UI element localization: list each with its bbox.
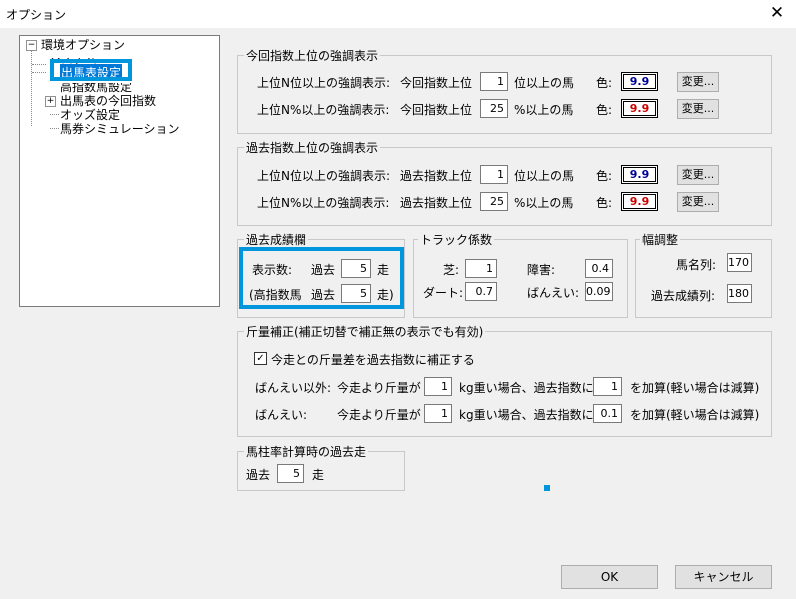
color-swatch: 9.9	[621, 192, 658, 211]
horse-name-col-input[interactable]: 170	[727, 253, 752, 272]
current-rank-label: 上位N位以上の強調表示:	[257, 76, 391, 90]
group-title: 過去指数上位の強調表示	[244, 139, 381, 156]
weight-text: を加算(軽い場合は減算)	[630, 408, 760, 422]
group-title: トラック係数	[418, 231, 495, 248]
group-title: 斤量補正(補正切替で補正無の表示でも有効)	[244, 323, 486, 340]
steeple-input[interactable]: 0.4	[585, 259, 613, 278]
change-color-button[interactable]: 変更...	[677, 165, 719, 185]
past-results-col-input[interactable]: 180	[727, 284, 752, 303]
color-label: 色:	[596, 103, 613, 117]
past-index-group: 過去指数上位の強調表示	[237, 139, 772, 226]
steeple-label: 障害:	[527, 263, 556, 277]
pillar-prefix: 過去	[246, 468, 271, 482]
color-label: 色:	[596, 196, 613, 210]
past-pct-prefix: 過去指数上位	[400, 196, 473, 210]
dirt-label: ダート:	[423, 286, 464, 300]
color-swatch: 9.9	[621, 99, 658, 118]
tree-item-betting-sim[interactable]: 馬券シミュレーション	[60, 120, 180, 137]
past-pct-label: 上位N%以上の強調表示:	[257, 196, 390, 210]
cancel-button[interactable]: キャンセル	[675, 565, 772, 589]
weight-text: 今走より斤量が	[337, 408, 421, 422]
non-banei-label: ばんえい以外:	[255, 381, 332, 395]
banei-weight-label: ばんえい:	[255, 408, 308, 422]
horse-name-col-label: 馬名列:	[676, 258, 717, 272]
window-title: オプション	[6, 8, 67, 22]
turf-label: 芝:	[443, 263, 460, 277]
banei-input[interactable]: 0.09	[585, 282, 613, 301]
group-title: 幅調整	[640, 231, 681, 248]
current-pct-prefix: 今回指数上位	[400, 103, 473, 117]
width-adjust-group: 幅調整	[635, 231, 772, 318]
dirt-input[interactable]: 0.7	[465, 282, 497, 301]
current-rank-input[interactable]: 1	[480, 72, 508, 91]
current-pct-suffix: %以上の馬	[514, 103, 574, 117]
group-title: 過去成績欄	[244, 231, 309, 248]
banei-add-input[interactable]: 0.1	[593, 404, 622, 423]
high-index-count-label: (高指数馬	[249, 288, 302, 302]
weight-correction-checkbox[interactable]: ✓	[254, 352, 267, 365]
weight-text: 今走より斤量が	[337, 381, 421, 395]
pillar-count-input[interactable]: 5	[277, 464, 304, 483]
tree-line	[50, 128, 59, 129]
weight-text: kg重い場合、過去指数に	[459, 381, 594, 395]
color-swatch: 9.9	[621, 72, 658, 91]
color-swatch: 9.9	[621, 165, 658, 184]
group-title: 今回指数上位の強調表示	[244, 47, 381, 64]
tree-item-root[interactable]: 環境オプション	[41, 36, 125, 53]
current-rank-prefix: 今回指数上位	[400, 76, 473, 90]
group-title: 馬柱率計算時の過去走	[244, 443, 369, 460]
color-label: 色:	[596, 76, 613, 90]
past-rank-suffix: 位以上の馬	[514, 169, 575, 183]
collapse-icon[interactable]: −	[26, 40, 37, 51]
cursor-marker	[544, 485, 550, 491]
past-pct-input[interactable]: 25	[480, 192, 508, 211]
non-banei-kg-input[interactable]: 1	[424, 377, 452, 396]
change-color-button[interactable]: 変更...	[677, 192, 719, 212]
past-rank-prefix: 過去指数上位	[400, 169, 473, 183]
high-index-count-prefix: 過去	[311, 288, 336, 302]
non-banei-add-input[interactable]: 1	[593, 377, 622, 396]
display-count-suffix: 走	[377, 263, 390, 277]
close-icon[interactable]: ✕	[766, 2, 788, 24]
banei-label: ばんえい:	[527, 286, 580, 300]
past-pct-suffix: %以上の馬	[514, 196, 574, 210]
past-rank-input[interactable]: 1	[480, 165, 508, 184]
tree-line	[31, 51, 32, 126]
high-index-count-suffix: 走)	[377, 288, 394, 302]
weight-text: kg重い場合、過去指数に	[459, 408, 594, 422]
tree-line	[32, 72, 46, 73]
expand-icon[interactable]: +	[45, 96, 56, 107]
turf-input[interactable]: 1	[465, 259, 497, 278]
display-count-input[interactable]: 5	[341, 259, 371, 278]
ok-button[interactable]: OK	[561, 565, 658, 589]
tree-line	[32, 64, 46, 65]
current-pct-label: 上位N%以上の強調表示:	[257, 103, 390, 117]
track-coefficient-group: トラック係数	[413, 231, 628, 318]
options-dialog: オプション ✕ − 環境オプション システム 出馬表設定 高指数馬設定 + 出馬…	[0, 0, 796, 599]
weight-text: を加算(軽い場合は減算)	[630, 381, 760, 395]
past-rank-label: 上位N位以上の強調表示:	[257, 169, 391, 183]
highlight-box	[50, 59, 132, 81]
pillar-suffix: 走	[312, 468, 325, 482]
display-count-label: 表示数:	[252, 263, 293, 277]
current-pct-input[interactable]: 25	[480, 99, 508, 118]
past-results-col-label: 過去成績列:	[651, 289, 716, 303]
current-index-group: 今回指数上位の強調表示	[237, 47, 772, 134]
tree-line	[50, 114, 59, 115]
weight-correction-check-label: 今走との斤量差を過去指数に補正する	[271, 353, 475, 367]
current-rank-suffix: 位以上の馬	[514, 76, 575, 90]
change-color-button[interactable]: 変更...	[677, 72, 719, 92]
change-color-button[interactable]: 変更...	[677, 99, 719, 119]
high-index-count-input[interactable]: 5	[341, 284, 371, 303]
title-bar: オプション ✕	[0, 0, 796, 28]
display-count-prefix: 過去	[311, 263, 336, 277]
color-label: 色:	[596, 169, 613, 183]
banei-kg-input[interactable]: 1	[424, 404, 452, 423]
